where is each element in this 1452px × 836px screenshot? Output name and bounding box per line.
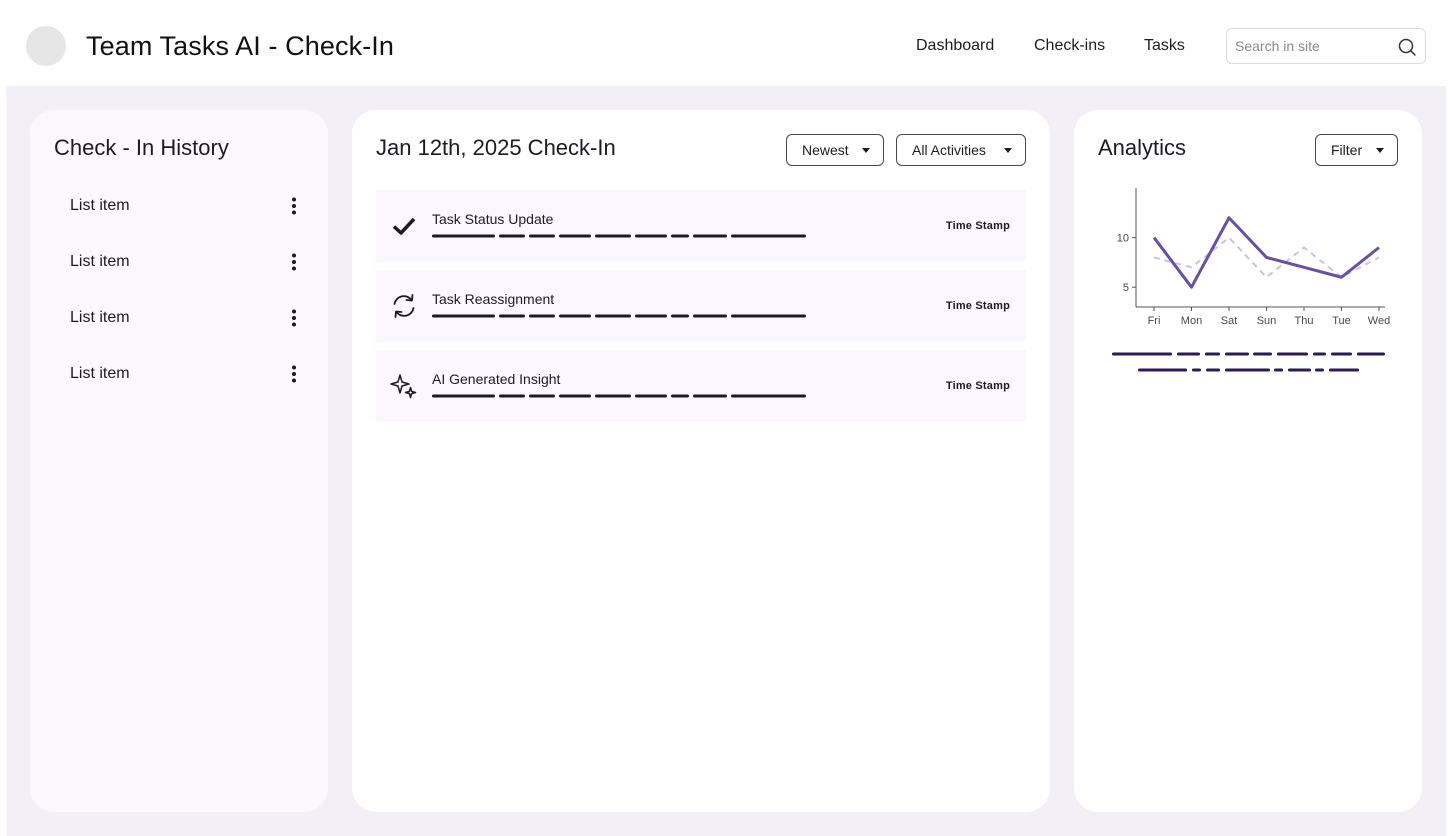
text-placeholder-line [432, 394, 806, 398]
caret-down-icon [1376, 148, 1384, 153]
chart-y-tick-label: 10 [1117, 233, 1129, 245]
sort-dropdown-label: Newest [802, 142, 849, 158]
analytics-panel: Analytics Filter 5 10 Fri Mon Sat Sun Thu Tue We… [1074, 110, 1422, 812]
activity-item[interactable]: Task Status Update Time Stamp [376, 190, 1026, 262]
caret-down-icon [862, 148, 870, 153]
chart-y-tick-label: 5 [1123, 282, 1129, 294]
analytics-line-chart: 5 10 Fri Mon Sat Sun Thu Tue Wed [1117, 188, 1390, 327]
chart-x-tick-label: Mon [1181, 315, 1202, 327]
check-in-detail-panel: Jan 12th, 2025 Check-In Newest All Activ… [352, 110, 1050, 812]
list-item[interactable]: List item [54, 240, 304, 284]
chart-series-line [1152, 216, 1380, 289]
analytics-title: Analytics [1098, 135, 1187, 160]
sparkle-icon [390, 374, 417, 399]
nav-tasks[interactable]: Tasks [1144, 36, 1185, 56]
chart-x-tick-label: Thu [1295, 315, 1314, 327]
activity-timestamp: Time Stamp [945, 220, 1010, 232]
list-item-label: List item [70, 309, 130, 326]
activity-item[interactable]: AI Generated Insight Time Stamp [376, 350, 1026, 422]
activity-timestamp: Time Stamp [945, 380, 1010, 392]
analytics-filter-label: Filter [1331, 142, 1363, 158]
chart-x-tick-label: Fri [1148, 315, 1161, 327]
text-placeholder-line [432, 314, 806, 318]
avatar[interactable] [26, 26, 66, 66]
refresh-icon [393, 294, 415, 318]
analytics-filter-dropdown[interactable]: Filter [1315, 134, 1398, 166]
activity-item[interactable]: Task Reassignment Time Stamp [376, 270, 1026, 342]
text-placeholder-line [432, 234, 806, 238]
top-app-bar: Team Tasks AI - Check-In Dashboard Check… [6, 6, 1446, 86]
search-input[interactable] [1227, 29, 1395, 63]
search-icon[interactable] [1397, 37, 1417, 57]
activity-title: Task Status Update [432, 211, 554, 227]
page-title: Team Tasks AI - Check-In [86, 31, 395, 61]
activity-title: Task Reassignment [432, 291, 555, 307]
check-in-title: Jan 12th, 2025 Check-In [376, 135, 616, 160]
check-icon [392, 217, 416, 235]
list-item[interactable]: List item [54, 296, 304, 340]
activity-title: AI Generated Insight [432, 371, 561, 387]
list-item-label: List item [70, 197, 130, 214]
chart-x-tick-label: Sat [1221, 315, 1238, 327]
caret-down-icon [1004, 148, 1012, 153]
chart-x-tick-label: Sun [1257, 315, 1277, 327]
list-item[interactable]: List item [54, 352, 304, 396]
list-item-label: List item [70, 365, 130, 382]
activity-filter-dropdown[interactable]: All Activities [896, 134, 1026, 166]
search-box [1226, 28, 1426, 64]
chart-x-tick-label: Tue [1332, 315, 1351, 327]
nav-check-ins[interactable]: Check-ins [1034, 36, 1105, 56]
activity-filter-label: All Activities [912, 142, 986, 158]
activity-timestamp: Time Stamp [945, 300, 1010, 312]
list-item-label: List item [70, 253, 130, 270]
more-vert-icon[interactable] [284, 364, 304, 384]
history-title: Check - In History [54, 135, 229, 160]
chart-legend-placeholder [1112, 352, 1385, 372]
check-in-history-panel: Check - In History List item List item L… [30, 110, 328, 812]
list-item[interactable]: List item [54, 184, 304, 228]
sort-dropdown[interactable]: Newest [786, 134, 884, 166]
more-vert-icon[interactable] [284, 196, 304, 216]
more-vert-icon[interactable] [284, 308, 304, 328]
app-frame: Team Tasks AI - Check-In Dashboard Check… [6, 6, 1446, 836]
chart-x-tick-label: Wed [1368, 315, 1390, 327]
more-vert-icon[interactable] [284, 252, 304, 272]
nav-dashboard[interactable]: Dashboard [916, 36, 994, 56]
